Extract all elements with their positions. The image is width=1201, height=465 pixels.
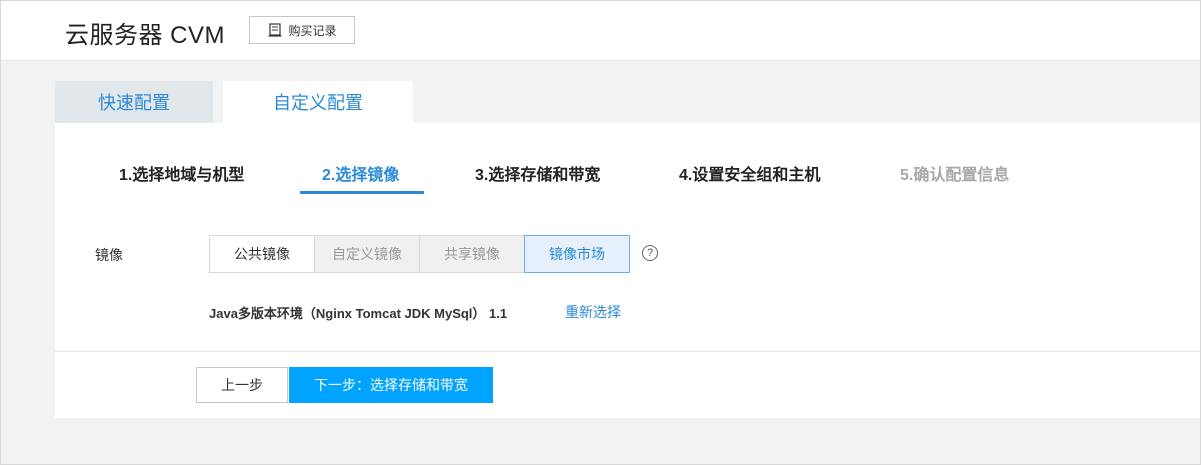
image-source-selector: 公共镜像 自定义镜像 共享镜像 镜像市场 xyxy=(209,235,630,273)
config-panel: 1.选择地域与机型 2.选择镜像 3.选择存储和带宽 4.设置安全组和主机 5.… xyxy=(55,123,1200,351)
page-header: 云服务器 CVM 购买记录 xyxy=(1,1,1200,61)
help-circle-icon[interactable]: ? xyxy=(642,245,658,261)
tab-quick-config[interactable]: 快速配置 xyxy=(55,81,213,123)
purchase-record-button[interactable]: 购买记录 xyxy=(249,16,355,44)
config-tabs: 快速配置 自定义配置 xyxy=(55,81,413,123)
receipt-icon xyxy=(267,22,283,38)
selected-image-name: Java多版本环境（Nginx Tomcat JDK MySql） 1.1 xyxy=(209,306,508,321)
option-custom-image: 自定义镜像 xyxy=(314,235,420,273)
prev-step-button[interactable]: 上一步 xyxy=(196,367,288,403)
step-region-and-type[interactable]: 1.选择地域与机型 xyxy=(119,161,244,185)
option-public-image[interactable]: 公共镜像 xyxy=(209,235,315,273)
step-security-group-host[interactable]: 4.设置安全组和主机 xyxy=(679,161,820,185)
app-frame: 云服务器 CVM 购买记录 快速配置 自定义配置 1.选择地域与机型 2.选择镜… xyxy=(0,0,1201,465)
next-step-button[interactable]: 下一步：选择存储和带宽 xyxy=(289,367,493,403)
reselect-link[interactable]: 重新选择 xyxy=(565,302,621,322)
option-image-market[interactable]: 镜像市场 xyxy=(524,235,630,273)
purchase-record-label: 购买记录 xyxy=(288,23,337,38)
option-shared-image: 共享镜像 xyxy=(419,235,525,273)
active-step-indicator xyxy=(300,191,424,194)
footer-actions: 上一步 下一步：选择存储和带宽 xyxy=(55,351,1200,418)
image-field-label: 镜像 xyxy=(95,247,123,263)
step-select-image[interactable]: 2.选择镜像 xyxy=(322,161,399,185)
step-bar: 1.选择地域与机型 2.选择镜像 3.选择存储和带宽 4.设置安全组和主机 5.… xyxy=(55,123,1200,195)
step-confirm-config: 5.确认配置信息 xyxy=(900,167,1010,184)
step-storage-bandwidth[interactable]: 3.选择存储和带宽 xyxy=(475,161,600,185)
page-title: 云服务器 CVM xyxy=(65,22,225,49)
tab-custom-config[interactable]: 自定义配置 xyxy=(223,81,413,123)
